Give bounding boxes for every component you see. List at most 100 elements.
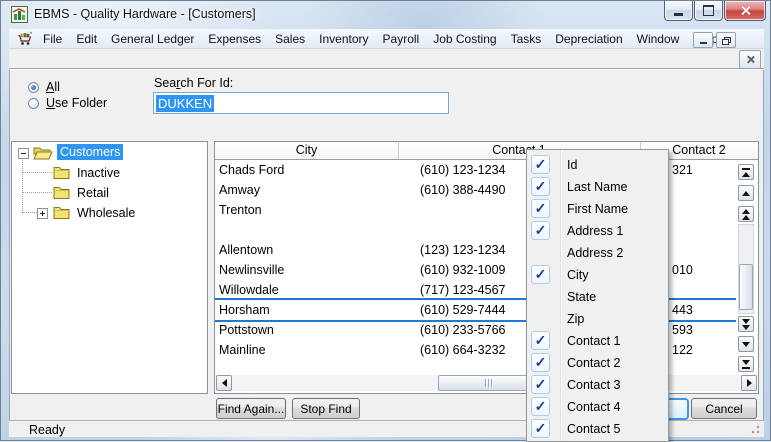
column-header-city[interactable]: City [215,143,398,157]
scroll-right-button[interactable] [741,375,757,391]
folder-icon [53,185,70,199]
column-menu-item-contact-3[interactable]: ✓ Contact 3 [527,374,668,396]
menubar-item-inventory[interactable]: Inventory [312,30,375,48]
city-cell: Allentown [219,240,273,260]
contact1-cell: (717) 123-4567 [420,280,505,300]
scroll-up-button[interactable] [738,185,754,201]
column-menu-item-address-2[interactable]: Address 2 [527,242,668,264]
column-menu-item-contact-5[interactable]: ✓Contact 5 [527,418,668,440]
column-chooser-menu: ✓Id✓Last Name✓First Name✓Address 1Addres… [526,149,669,442]
radio-use-folder[interactable]: Use Folder [28,96,107,110]
minimize-button[interactable] [664,1,693,21]
mdi-restore-button[interactable] [716,32,736,48]
column-menu-label: First Name [567,202,628,216]
tree-connector [23,172,52,173]
city-cell: Trenton [219,200,262,220]
column-menu-item-contact-4[interactable]: ✓ Contact 4 [527,396,668,418]
mdi-minimize-icon [700,42,707,44]
city-cell: Chads Ford [219,160,284,180]
resize-grip[interactable] [750,424,760,434]
checkmark-icon: ✓ [531,375,550,394]
column-menu-item-id[interactable]: ✓Id [527,154,668,176]
tree-item-customers[interactable]: Customers [57,144,123,160]
close-button[interactable] [724,1,766,21]
contact1-cell: (610) 388-4490 [420,180,505,200]
column-menu-item-last-name[interactable]: ✓ Last Name [527,176,668,198]
column-menu-item-contact-1[interactable]: ✓Contact 1 [527,330,668,352]
expander-minus-icon[interactable] [18,148,29,159]
column-menu-item-address-1[interactable]: ✓Address 1 [527,220,668,242]
customer-table: City Contact 1 Contact 2 Chads Ford(610)… [214,141,759,394]
column-menu-item-first-name[interactable]: ✓ First Name [527,198,668,220]
folder-icon [53,165,70,179]
tree-item-wholesale[interactable]: Wholesale [74,205,138,221]
city-cell: Mainline [219,340,266,360]
menubar-item-general-ledger[interactable]: General Ledger [104,30,201,48]
scroll-pageup-button[interactable] [738,206,754,222]
menubar-item-payroll[interactable]: Payroll [376,30,427,48]
column-menu-label: Last Name [567,180,627,194]
cart-icon[interactable] [14,30,36,48]
menubar-item-tasks[interactable]: Tasks [504,30,549,48]
column-menu-label: Contact 4 [567,400,621,414]
cancel-button[interactable]: Cancel [691,398,757,419]
menubar-item-job-costing[interactable]: Job Costing [426,30,503,48]
column-separator[interactable] [398,142,399,159]
scroll-thumb[interactable] [739,264,753,310]
column-menu-item-city[interactable]: ✓City [527,264,668,286]
radio-all-circle [28,82,39,93]
search-input[interactable]: DUKKEN [153,92,449,114]
city-cell: Pottstown [219,320,274,340]
scroll-track[interactable] [738,224,754,314]
window-title: EBMS - Quality Hardware - [Customers] [34,7,256,21]
tree-item-retail[interactable]: Retail [74,185,112,201]
column-menu-label: Contact 3 [567,378,621,392]
column-menu-item-zip[interactable]: Zip [527,308,668,330]
column-menu-label: State [567,290,596,304]
close-icon [740,5,751,16]
child-close-button[interactable] [739,50,761,69]
customers-tree: Customers Inactive Retail Wholesale [11,141,208,394]
mdi-restore-icon [722,37,730,44]
radio-use-folder-circle [28,98,39,109]
empty-check-slot [531,309,550,328]
scroll-down-button[interactable] [738,336,754,352]
column-menu-label: Contact 2 [567,356,621,370]
hscroll-thumb[interactable] [438,375,538,391]
column-menu-label: Id [567,158,577,172]
checkmark-icon: ✓ [531,397,550,416]
maximize-icon [703,5,714,16]
menubar-item-sales[interactable]: Sales [268,30,312,48]
checkmark-icon: ✓ [531,177,550,196]
tree-connector [23,192,52,193]
checkmark-icon: ✓ [531,419,550,438]
app-icon [11,6,28,23]
menubar-item-window[interactable]: Window [630,30,687,48]
menubar-item-expenses[interactable]: Expenses [201,30,268,48]
scroll-first-button[interactable] [738,164,754,180]
mdi-minimize-button[interactable] [693,32,713,48]
menubar-item-edit[interactable]: Edit [69,30,104,48]
checkmark-icon: ✓ [531,221,550,240]
checkmark-icon: ✓ [531,199,550,218]
expander-plus-icon[interactable] [37,208,48,219]
menubar-item-file[interactable]: File [36,30,69,48]
column-menu-item-state[interactable]: State [527,286,668,308]
tree-item-inactive[interactable]: Inactive [74,165,123,181]
radio-all-label: All [46,80,60,94]
column-menu-item-contact-2[interactable]: ✓Contact 2 [527,352,668,374]
contact1-cell: (610) 932-1009 [420,260,505,280]
menubar-item-depreciation[interactable]: Depreciation [548,30,629,48]
scroll-pagedown-button[interactable] [738,316,754,332]
find-again-button[interactable]: Find Again... [216,398,286,419]
title-bar[interactable]: EBMS - Quality Hardware - [Customers] [1,1,771,28]
contact2-cell: 122 [672,340,693,360]
maximize-button[interactable] [694,1,723,21]
scroll-left-button[interactable] [216,375,232,391]
column-menu-label: Address 2 [567,246,623,260]
scroll-last-button[interactable] [738,356,754,372]
radio-all[interactable]: All [28,80,60,94]
status-text: Ready [29,423,65,437]
contact1-cell: (610) 233-5766 [420,320,505,340]
stop-find-button[interactable]: Stop Find [292,398,360,419]
